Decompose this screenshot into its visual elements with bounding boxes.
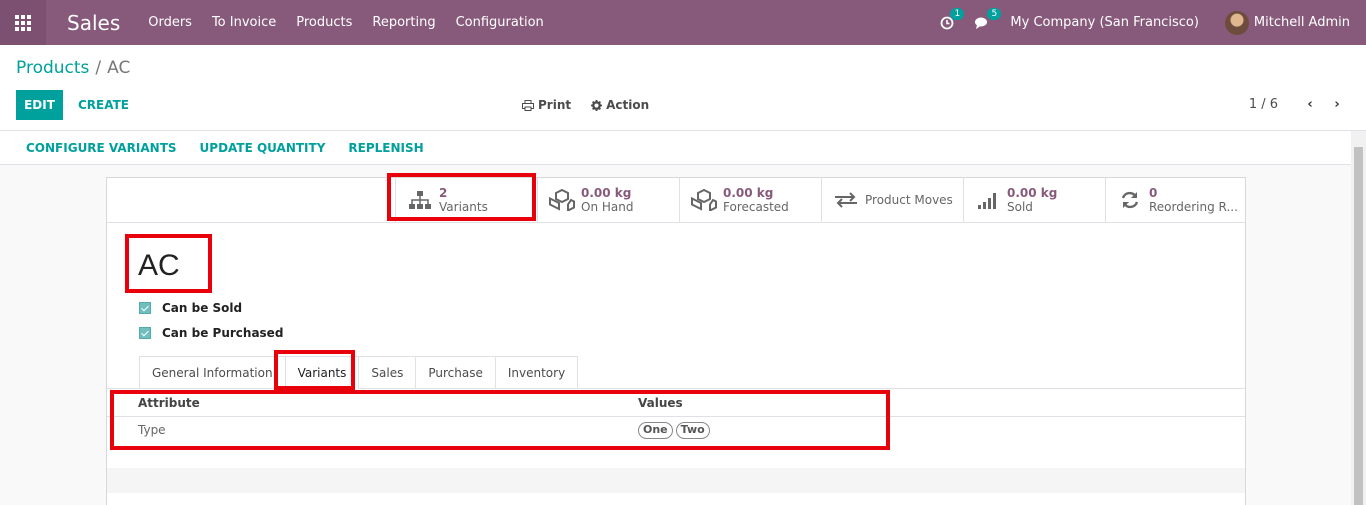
top-navbar: Sales Orders To Invoice Products Reporti…	[0, 0, 1366, 45]
reordering-value: 0	[1149, 186, 1158, 200]
user-menu[interactable]: Mitchell Admin	[1254, 15, 1350, 30]
forecasted-label: Forecasted	[723, 200, 789, 214]
print-label: Print	[538, 98, 572, 112]
notebook-tabs: General Information Variants Sales Purch…	[139, 356, 579, 389]
menu-reporting[interactable]: Reporting	[372, 15, 435, 30]
menu-products[interactable]: Products	[296, 15, 352, 30]
tab-inventory[interactable]: Inventory	[494, 356, 579, 389]
company-switcher[interactable]: My Company (San Francisco)	[1010, 15, 1198, 30]
breadcrumb: Products / AC	[16, 58, 130, 78]
on-hand-value: 0.00 kg	[581, 186, 632, 200]
on-hand-label: On Hand	[581, 200, 634, 214]
refresh-icon	[1121, 191, 1139, 209]
activity-button[interactable]: 1	[940, 7, 965, 30]
reordering-label: Reordering R...	[1149, 200, 1238, 214]
sold-label: Sold	[1007, 200, 1033, 214]
menu-orders[interactable]: Orders	[148, 15, 192, 30]
cubes-icon	[549, 189, 575, 211]
apps-menu-icon[interactable]	[0, 0, 46, 45]
app-title: Sales	[67, 10, 121, 35]
print-button[interactable]: Print	[522, 98, 571, 112]
pager-next-icon[interactable]: ›	[1330, 97, 1344, 112]
pager-previous-icon[interactable]: ‹	[1303, 97, 1317, 112]
tab-sales[interactable]: Sales	[358, 356, 416, 389]
reordering-rules-smart-button[interactable]: 0 Reordering R...	[1105, 178, 1247, 222]
breadcrumb-products[interactable]: Products	[16, 58, 89, 78]
highlight-variants-button	[387, 173, 536, 221]
signal-icon	[978, 193, 996, 209]
configure-variants-button[interactable]: CONFIGURE VARIANTS	[26, 141, 177, 155]
highlight-variants-table	[110, 390, 890, 450]
on-hand-smart-button[interactable]: 0.00 kg On Hand	[537, 178, 679, 222]
can-be-sold-checkbox[interactable]	[139, 302, 151, 314]
status-bar: CONFIGURE VARIANTS UPDATE QUANTITY REPLE…	[0, 131, 1351, 165]
action-label: Action	[606, 98, 650, 112]
scrollbar-thumb[interactable]	[1354, 147, 1363, 505]
forecasted-value: 0.00 kg	[723, 186, 774, 200]
menu-to-invoice[interactable]: To Invoice	[212, 15, 276, 30]
create-button[interactable]: CREATE	[78, 98, 129, 112]
empty-row	[107, 468, 1245, 493]
product-moves-smart-button[interactable]: Product Moves	[821, 178, 963, 222]
action-button[interactable]: Action	[591, 98, 649, 112]
update-quantity-button[interactable]: UPDATE QUANTITY	[200, 141, 326, 155]
breadcrumb-separator: /	[95, 58, 102, 78]
sold-value: 0.00 kg	[1007, 186, 1058, 200]
avatar[interactable]	[1224, 10, 1249, 35]
messaging-button[interactable]: 5	[974, 7, 1002, 30]
gear-icon	[591, 99, 603, 111]
tab-general-information[interactable]: General Information	[139, 356, 285, 389]
scrollbar[interactable]	[1351, 131, 1366, 505]
sold-smart-button[interactable]: 0.00 kg Sold	[963, 178, 1105, 222]
messaging-badge: 5	[987, 7, 1002, 20]
forecasted-smart-button[interactable]: 0.00 kg Forecasted	[679, 178, 821, 222]
menu-configuration[interactable]: Configuration	[456, 15, 544, 30]
edit-button[interactable]: EDIT	[16, 90, 63, 120]
print-icon	[522, 99, 534, 111]
control-panel: Products / AC EDIT CREATE Print Action 1 /…	[0, 45, 1366, 131]
replenish-button[interactable]: REPLENISH	[348, 141, 423, 155]
main-menu: Orders To Invoice Products Reporting Con…	[148, 15, 564, 30]
pager-value[interactable]: 1 / 6	[1249, 97, 1278, 112]
smart-button-box: 2 Variants 0.00 kg On Hand 0.00 kg Forecast…	[107, 178, 1245, 223]
can-be-purchased-label: Can be Purchased	[162, 326, 284, 340]
can-be-purchased-checkbox[interactable]	[139, 327, 151, 339]
product-moves-label: Product Moves	[865, 193, 953, 207]
cubes-icon	[691, 189, 717, 211]
exchange-icon	[835, 192, 857, 208]
can-be-sold-label: Can be Sold	[162, 301, 243, 315]
tab-purchase[interactable]: Purchase	[415, 356, 495, 389]
form-sheet: 2 Variants 0.00 kg On Hand 0.00 kg Forecast…	[106, 177, 1246, 505]
highlight-product-name	[125, 234, 212, 293]
activity-badge: 1	[950, 7, 965, 20]
highlight-variants-tab	[274, 350, 355, 390]
breadcrumb-current: AC	[107, 58, 131, 78]
